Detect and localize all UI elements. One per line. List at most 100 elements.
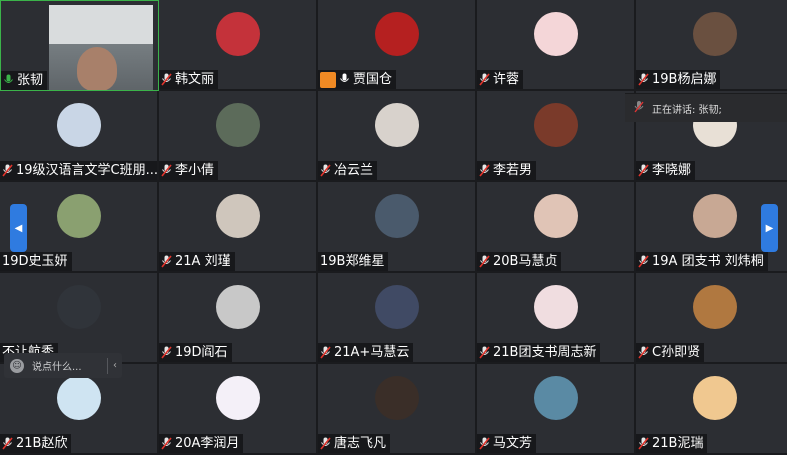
participant-name: 21A+马慧云: [334, 345, 410, 360]
participant-nameplate: 21B泥瑞: [636, 434, 708, 453]
avatar: [56, 194, 101, 238]
participant-tile[interactable]: 贾国仓: [318, 0, 477, 91]
avatar: [692, 194, 737, 238]
host-badge-icon: [320, 71, 336, 88]
arrow-right-icon: ▶: [765, 222, 774, 234]
muted-mic-icon: [638, 72, 650, 87]
participant-tile[interactable]: 20A李润月: [159, 364, 318, 455]
participant-name: 21B泥瑞: [652, 436, 704, 451]
muted-mic-icon: [638, 254, 650, 269]
muted-mic-icon: [161, 254, 173, 269]
participant-name: 19B郑维星: [320, 254, 385, 269]
participant-name: 李小倩: [175, 163, 215, 178]
smile-icon[interactable]: ☺: [10, 358, 24, 373]
participant-nameplate: 19级汉语言文学C班朋...: [0, 161, 159, 180]
muted-mic-icon: [161, 72, 173, 87]
participant-tile[interactable]: 19D阎石: [159, 273, 318, 364]
participant-name: 19B杨启娜: [652, 72, 717, 87]
avatar: [215, 194, 260, 238]
participant-nameplate: 李若男: [477, 161, 537, 180]
avatar: [533, 194, 578, 238]
participant-nameplate: 19D阎石: [159, 343, 232, 362]
participant-name: C孙即贤: [652, 345, 701, 360]
active-mic-icon: [3, 74, 15, 88]
participant-tile[interactable]: 李小倩: [159, 91, 318, 182]
avatar: [692, 285, 737, 329]
participant-nameplate: 马文芳: [477, 434, 537, 453]
participant-tile[interactable]: 张韧: [0, 0, 159, 91]
participant-name: 21A 刘瑾: [175, 254, 231, 269]
participant-name: 张韧: [17, 73, 44, 88]
participant-tile[interactable]: 马文芳: [477, 364, 636, 455]
participant-tile[interactable]: 唐志飞凡: [318, 364, 477, 455]
participant-nameplate: 19B杨启娜: [636, 70, 721, 89]
arrow-left-icon: ◀: [14, 222, 23, 234]
participant-tile[interactable]: 许蓉: [477, 0, 636, 91]
collapse-chat-button[interactable]: ‹: [108, 360, 122, 371]
participant-tile[interactable]: 李若男: [477, 91, 636, 182]
participant-tile[interactable]: 21A 刘瑾: [159, 182, 318, 273]
avatar: [533, 103, 578, 147]
mic-icon: [339, 73, 351, 87]
avatar: [533, 285, 578, 329]
avatar: [692, 376, 737, 420]
video-feed: [49, 5, 153, 90]
chat-placeholder[interactable]: 说点什么...: [32, 358, 82, 373]
participant-nameplate: 19B郑维星: [318, 252, 389, 271]
muted-mic-icon: [634, 100, 644, 116]
participant-name: 唐志飞凡: [334, 436, 387, 451]
next-page-button[interactable]: ▶: [761, 204, 778, 252]
participant-nameplate: 21B团支书周志新: [477, 343, 601, 362]
participant-nameplate: 20A李润月: [159, 434, 244, 453]
participant-name: 李晓娜: [652, 163, 692, 178]
participant-grid: 张韧 韩文丽 贾国仓 许蓉 19B杨启娜 19级汉语言文学C班朋... 李小倩 冶云兰 李若男 李…: [0, 0, 787, 455]
avatar: [533, 12, 578, 56]
speaking-indicator: 正在讲话: 张韧;: [625, 93, 787, 122]
avatar: [215, 376, 260, 420]
muted-mic-icon: [638, 163, 650, 178]
participant-nameplate: 21A 刘瑾: [159, 252, 235, 271]
participant-name: 20A李润月: [175, 436, 240, 451]
muted-mic-icon: [161, 163, 173, 178]
participant-tile[interactable]: 冶云兰: [318, 91, 477, 182]
participant-name: 19D史玉妍: [2, 254, 68, 269]
muted-mic-icon: [638, 345, 650, 360]
participant-nameplate: 贾国仓: [318, 70, 397, 89]
muted-mic-icon: [161, 345, 173, 360]
participant-nameplate: C孙即贤: [636, 343, 705, 362]
avatar: [215, 285, 260, 329]
participant-nameplate: 许蓉: [477, 70, 524, 89]
participant-tile[interactable]: 不让航秀: [0, 273, 159, 364]
participant-nameplate: 冶云兰: [318, 161, 378, 180]
participant-tile[interactable]: 19级汉语言文学C班朋...: [0, 91, 159, 182]
avatar: [215, 12, 260, 56]
participant-tile[interactable]: 21B泥瑞: [636, 364, 787, 455]
participant-name: 20B马慧贞: [493, 254, 558, 269]
participant-tile[interactable]: 21B团支书周志新: [477, 273, 636, 364]
participant-name: 韩文丽: [175, 72, 215, 87]
avatar: [374, 12, 419, 56]
muted-mic-icon: [2, 163, 14, 178]
participant-name: 21B赵欣: [16, 436, 68, 451]
avatar: [374, 376, 419, 420]
participant-nameplate: 19D史玉妍: [0, 252, 72, 271]
avatar: [56, 285, 101, 329]
participant-tile[interactable]: 韩文丽: [159, 0, 318, 91]
avatar: [374, 285, 419, 329]
participant-name: 19级汉语言文学C班朋...: [16, 163, 159, 178]
participant-tile[interactable]: 20B马慧贞: [477, 182, 636, 273]
participant-nameplate: 21B赵欣: [0, 434, 72, 453]
participant-tile[interactable]: 21A+马慧云: [318, 273, 477, 364]
avatar: [692, 12, 737, 56]
previous-page-button[interactable]: ◀: [10, 204, 27, 252]
participant-tile[interactable]: 19B杨启娜: [636, 0, 787, 91]
participant-tile[interactable]: C孙即贤: [636, 273, 787, 364]
participant-name: 19D阎石: [175, 345, 228, 360]
participant-name: 李若男: [493, 163, 533, 178]
muted-mic-icon: [479, 163, 491, 178]
participant-tile[interactable]: 19B郑维星: [318, 182, 477, 273]
avatar: [374, 194, 419, 238]
chat-input-bar[interactable]: ☺ 说点什么... ‹: [4, 353, 122, 378]
participant-name: 21B团支书周志新: [493, 345, 597, 360]
avatar: [56, 103, 101, 147]
